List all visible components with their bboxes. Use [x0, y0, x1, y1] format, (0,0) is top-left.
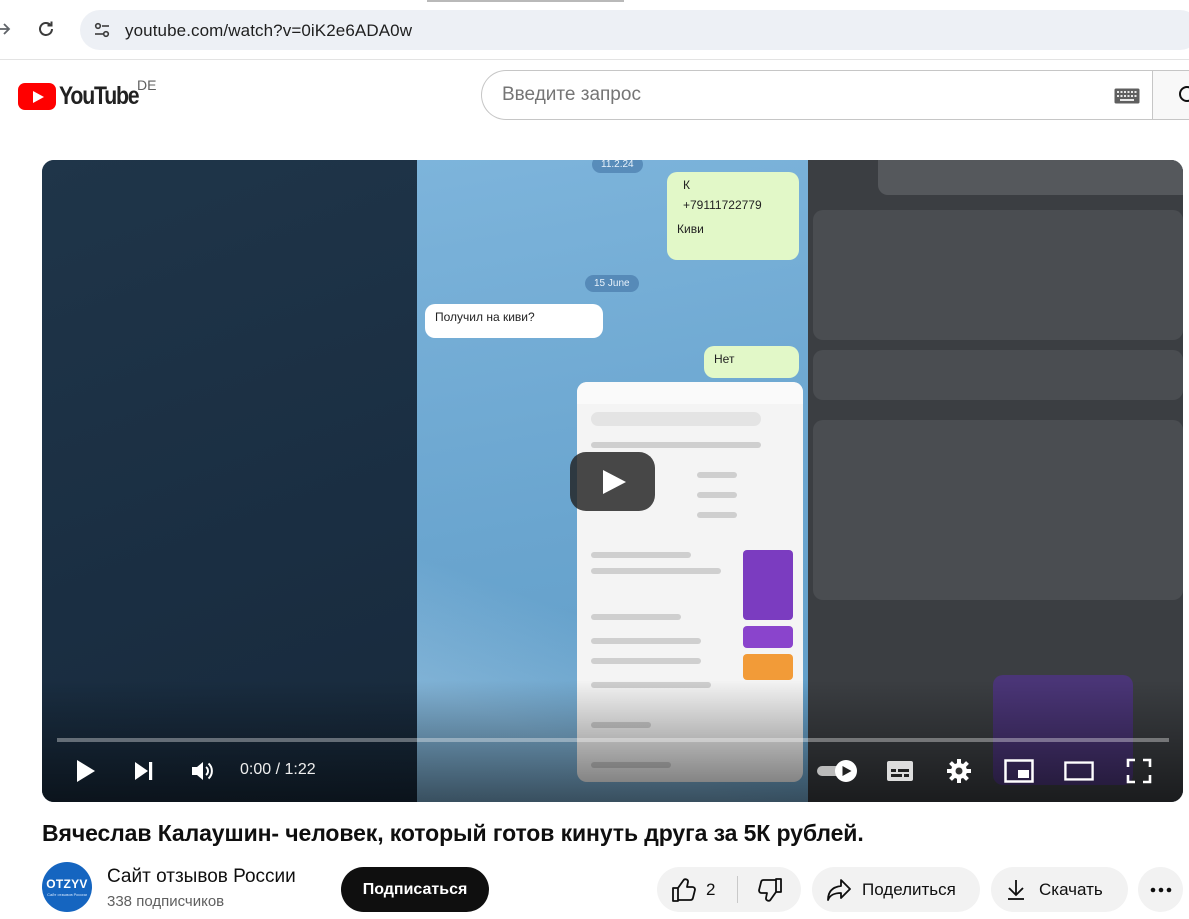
chat-message-out: Нет: [714, 352, 735, 366]
reload-icon[interactable]: [33, 16, 59, 42]
youtube-masthead: YouTube DE Введите запрос: [0, 60, 1189, 130]
theater-mode-icon: [1064, 761, 1094, 781]
play-button[interactable]: [70, 756, 100, 786]
video-title: Вячеслав Калаушин- человек, который гото…: [42, 820, 864, 846]
chat-date-pill: 15 June: [585, 275, 639, 292]
share-button[interactable]: Поделиться: [812, 867, 980, 912]
country-code: DE: [137, 77, 157, 93]
chat-message-in: Получил на киви?: [435, 310, 535, 324]
chat-date-pill-top: 11.2.24: [592, 160, 643, 173]
chat-bubble-incoming: Получил на киви?: [425, 304, 603, 338]
subscribe-button[interactable]: Подписаться: [341, 867, 489, 912]
autoplay-toggle-icon: [817, 760, 857, 782]
youtube-play-logo-icon: [18, 83, 56, 110]
miniplayer-button[interactable]: [1004, 756, 1034, 786]
progress-bar[interactable]: [57, 738, 1169, 742]
fullscreen-button[interactable]: [1124, 756, 1154, 786]
theater-mode-button[interactable]: [1064, 756, 1094, 786]
browser-toolbar: youtube.com/watch?v=0iK2e6ADA0w: [0, 0, 1189, 60]
youtube-logo[interactable]: YouTube: [18, 82, 152, 111]
thumbs-down-icon: [757, 877, 782, 902]
like-dislike-group: 2: [657, 867, 801, 912]
download-label: Скачать: [1039, 879, 1103, 899]
like-button[interactable]: 2: [657, 867, 737, 912]
active-tab-indicator: [427, 0, 624, 2]
fullscreen-icon: [1126, 758, 1152, 784]
address-bar[interactable]: youtube.com/watch?v=0iK2e6ADA0w: [80, 10, 1189, 50]
url-text[interactable]: youtube.com/watch?v=0iK2e6ADA0w: [125, 21, 412, 41]
forward-arrow-icon[interactable]: [0, 16, 16, 42]
play-icon: [77, 760, 95, 782]
search-button[interactable]: [1152, 70, 1189, 120]
search-icon: [1179, 86, 1189, 102]
time-display: 0:00 / 1:22: [240, 761, 316, 778]
subtitles-button[interactable]: [885, 756, 915, 786]
site-settings-icon[interactable]: [90, 18, 114, 42]
keyboard-icon[interactable]: [1114, 88, 1140, 104]
subscriber-count: 338 подписчиков: [107, 893, 225, 910]
share-arrow-icon: [827, 878, 851, 901]
thumbs-up-icon: [672, 877, 696, 902]
autoplay-toggle[interactable]: [816, 756, 860, 786]
chat-phone-number: +79111722779: [683, 198, 762, 212]
large-play-button[interactable]: [570, 452, 655, 511]
video-player[interactable]: 11.2.24 К +79111722779 Киви 15 June Полу…: [42, 160, 1183, 802]
more-horizontal-icon: [1150, 887, 1171, 892]
chat-bubble-contact: К +79111722779 Киви: [667, 172, 799, 260]
miniplayer-icon: [1004, 759, 1034, 783]
channel-avatar-text: OTZYV: [46, 877, 88, 891]
dislike-button[interactable]: [738, 867, 801, 912]
chat-contact-name: К: [683, 178, 690, 192]
channel-avatar[interactable]: OTZYV Сайт отзывов России: [42, 862, 92, 912]
chat-payment-word: Киви: [677, 222, 704, 236]
youtube-logo-text: YouTube: [59, 82, 140, 110]
mute-button[interactable]: [188, 756, 218, 786]
volume-icon: [192, 762, 213, 780]
more-actions-button[interactable]: [1138, 867, 1183, 912]
subtitles-icon: [887, 761, 913, 781]
share-label: Поделиться: [862, 879, 956, 899]
channel-name[interactable]: Сайт отзывов России: [107, 866, 296, 888]
gear-icon: [947, 759, 971, 783]
download-icon: [1008, 879, 1024, 900]
settings-button[interactable]: [944, 756, 974, 786]
search-placeholder: Введите запрос: [502, 84, 641, 105]
channel-avatar-subtext: Сайт отзывов России: [47, 892, 87, 897]
skip-next-icon: [135, 762, 153, 780]
like-count: 2: [706, 879, 716, 899]
search-input[interactable]: Введите запрос: [481, 70, 1153, 120]
download-button[interactable]: Скачать: [991, 867, 1128, 912]
chat-bubble-outgoing: Нет: [704, 346, 799, 378]
next-video-button[interactable]: [129, 756, 159, 786]
